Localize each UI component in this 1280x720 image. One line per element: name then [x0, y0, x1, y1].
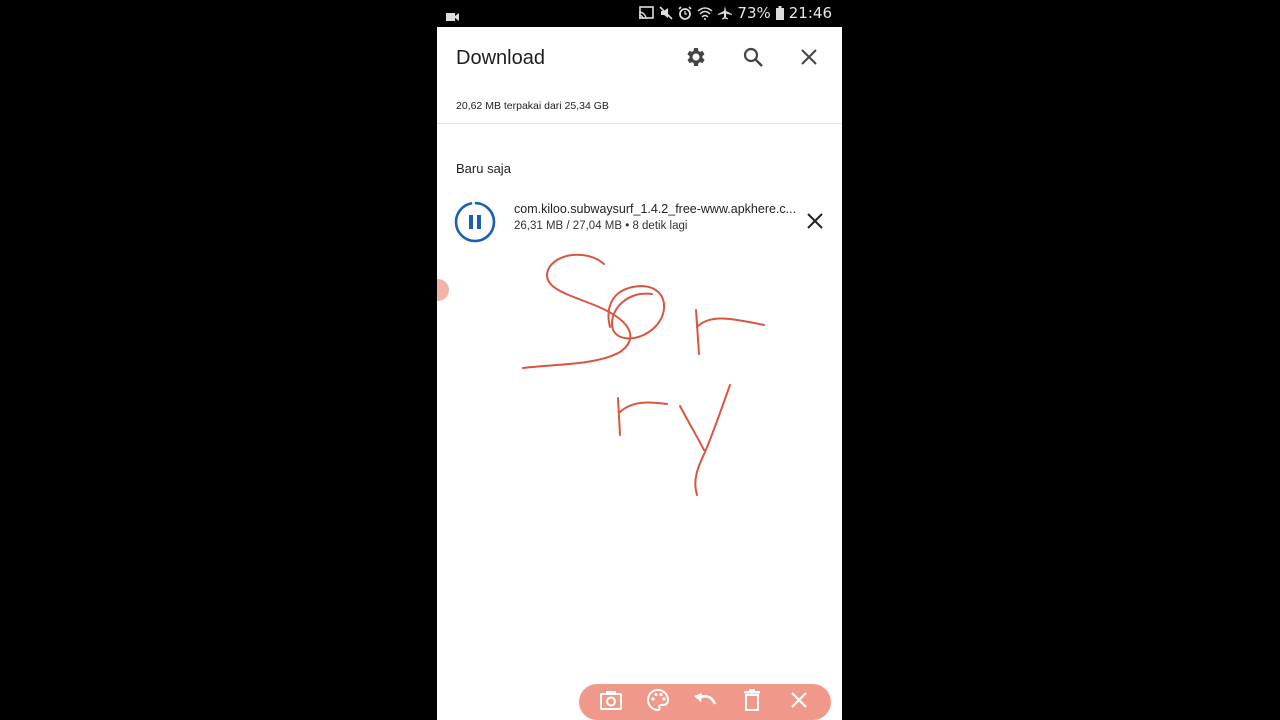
alarm-icon [678, 6, 692, 20]
close-icon [790, 691, 808, 713]
handwritten-annotation [522, 253, 765, 496]
stroke-s [522, 253, 632, 369]
download-progress-text: 26,31 MB / 27,04 MB • 8 detik lagi [514, 220, 688, 232]
divider [437, 123, 842, 124]
phone-screen: 73% 21:46 Download 20,62 MB terpakai dar… [437, 0, 842, 720]
close-icon [799, 47, 819, 71]
gear-icon [684, 45, 708, 73]
search-icon [741, 45, 765, 73]
settings-button[interactable] [682, 45, 710, 73]
battery-icon [775, 6, 784, 20]
file-name: com.kiloo.subwaysurf_1.4.2_free-www.apkh… [514, 202, 797, 216]
screenshot-button[interactable] [597, 688, 625, 716]
camera-icon [599, 690, 622, 714]
stroke-r1 [695, 309, 765, 355]
progress-ring [454, 201, 496, 243]
wifi-icon [697, 6, 713, 20]
stroke-o [607, 285, 665, 340]
pause-icon [469, 215, 481, 229]
battery-percent: 73% [737, 4, 771, 22]
close-button[interactable] [795, 45, 823, 73]
download-item[interactable]: com.kiloo.subwaysurf_1.4.2_free-www.apkh… [437, 195, 842, 251]
undo-icon [693, 692, 717, 712]
progress-arc [454, 201, 496, 243]
screen-cast-icon [638, 6, 655, 20]
storage-usage: 20,62 MB terpakai dari 25,34 GB [456, 100, 609, 112]
color-picker-button[interactable] [644, 688, 672, 716]
undo-button[interactable] [691, 688, 719, 716]
edge-panel-handle[interactable] [437, 279, 449, 301]
palette-icon [646, 688, 669, 715]
clock: 21:46 [788, 4, 832, 22]
annotation-toolbar [579, 684, 831, 720]
close-icon [806, 212, 824, 234]
status-bar: 73% 21:46 [437, 0, 842, 27]
pause-button[interactable] [454, 201, 496, 243]
mute-icon [659, 6, 673, 20]
trash-icon [743, 689, 761, 715]
stroke-r2 [617, 397, 668, 436]
download-screen: Download 20,62 MB terpakai dari 25,34 GB… [437, 27, 842, 720]
stroke-y [679, 384, 731, 496]
delete-button[interactable] [738, 688, 766, 716]
section-header: Baru saja [456, 161, 511, 176]
close-toolbar-button[interactable] [785, 688, 813, 716]
page-title: Download [456, 47, 545, 69]
airplane-mode-icon [718, 6, 733, 20]
video-camera-icon [446, 7, 460, 26]
cancel-download-button[interactable] [803, 211, 827, 235]
search-button[interactable] [739, 45, 767, 73]
